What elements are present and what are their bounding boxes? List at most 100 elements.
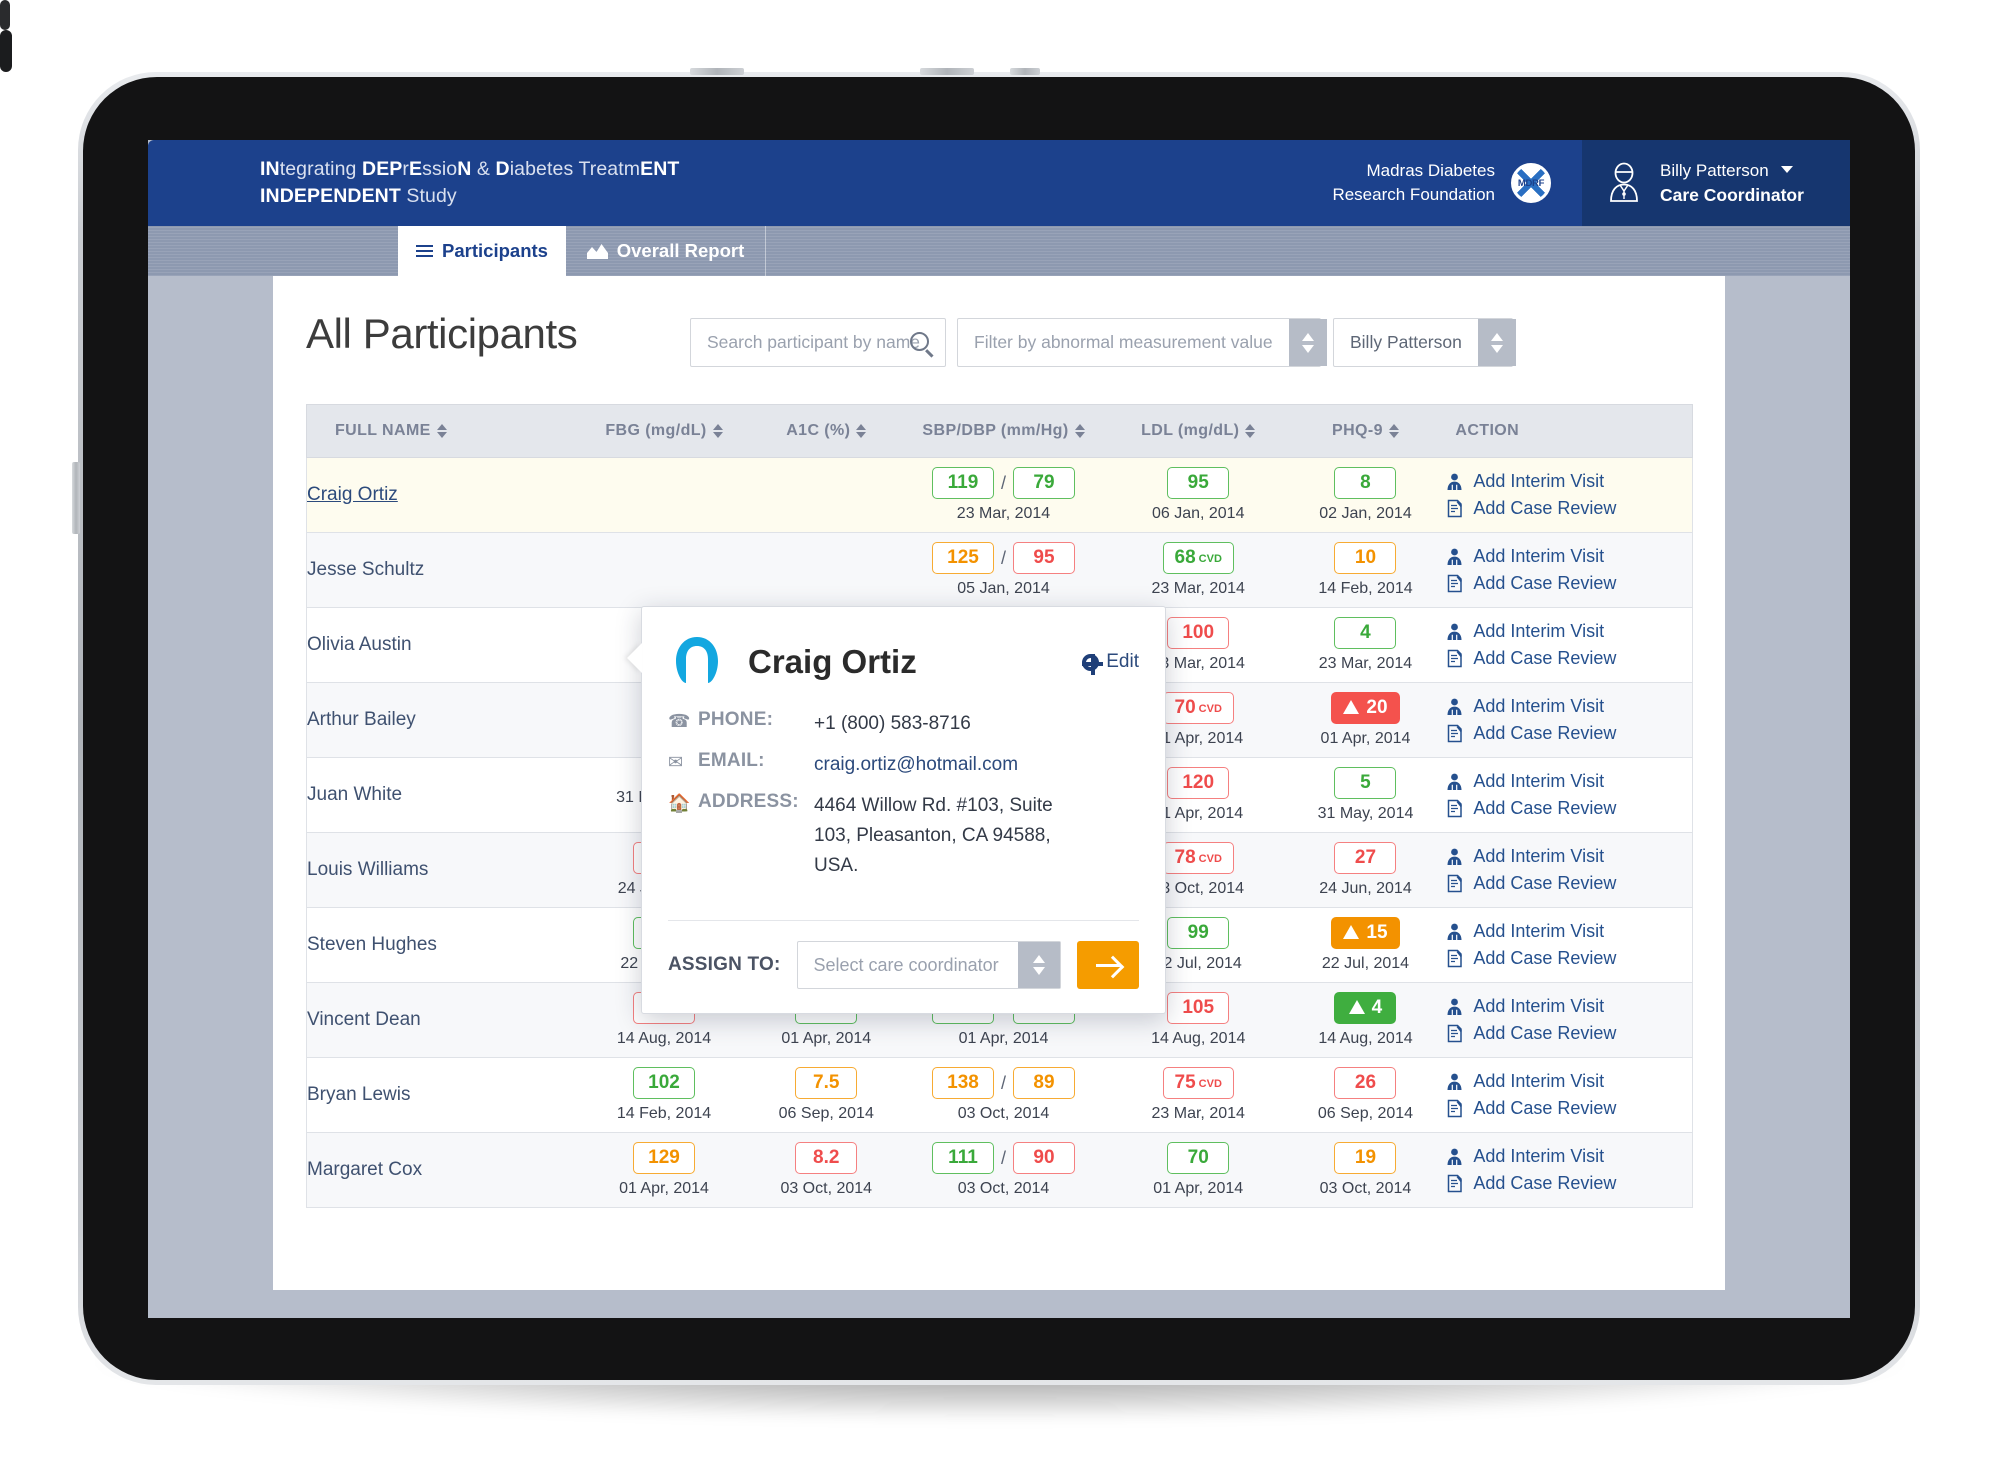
add-case-review-link[interactable]: Add Case Review — [1445, 798, 1692, 819]
person-visit-icon — [1447, 698, 1462, 715]
sort-icon[interactable] — [1388, 423, 1399, 439]
measurement-date: 06 Sep, 2014 — [1317, 1105, 1414, 1122]
search-icon[interactable] — [910, 332, 929, 351]
updown-arrows-icon[interactable] — [1288, 319, 1327, 366]
sort-icon[interactable] — [1245, 423, 1256, 439]
volume-down-button[interactable] — [0, 30, 12, 72]
measurement-date: 23 Mar, 2014 — [956, 505, 1051, 522]
add-interim-visit-link[interactable]: Add Interim Visit — [1445, 471, 1692, 492]
tab-overall-report[interactable]: Overall Report — [566, 226, 766, 276]
measurement-date: 03 Oct, 2014 — [957, 1105, 1050, 1122]
assign-submit-button[interactable] — [1077, 941, 1139, 989]
add-interim-visit-label: Add Interim Visit — [1473, 1146, 1605, 1166]
measurement-badge: 95 — [1013, 542, 1075, 574]
assign-label: ASSIGN TO: — [668, 954, 781, 975]
participant-name[interactable]: Olivia Austin — [307, 634, 572, 656]
caret-down-icon[interactable] — [1781, 166, 1794, 173]
cell-phq9: 4 14 Aug, 2014 — [1286, 983, 1446, 1057]
mdrf-line1: Madras Diabetes — [1366, 161, 1495, 180]
measurement-badge: 95 — [1167, 467, 1230, 499]
search-field[interactable] — [690, 318, 946, 367]
participant-name[interactable]: Steven Hughes — [307, 934, 572, 956]
measurement-badge: 4 — [1334, 992, 1397, 1024]
add-interim-visit-link[interactable]: Add Interim Visit — [1445, 1146, 1692, 1167]
add-case-review-link[interactable]: Add Case Review — [1445, 948, 1692, 969]
volume-up-button[interactable] — [0, 0, 10, 30]
add-case-review-label: Add Case Review — [1473, 1098, 1617, 1118]
participant-name[interactable]: Vincent Dean — [307, 1009, 572, 1031]
col-ldl[interactable]: LDL (mg/dL) — [1111, 422, 1286, 440]
cell-full-name: Bryan Lewis — [307, 1058, 572, 1132]
col-phq9[interactable]: PHQ-9 — [1286, 422, 1446, 440]
sort-icon[interactable] — [712, 423, 723, 439]
col-sbp-dbp[interactable]: SBP/DBP (mm/Hg) — [896, 422, 1111, 440]
email-value[interactable]: craig.ortiz@hotmail.com — [814, 750, 1018, 780]
measurement-badge: 4 — [1334, 617, 1397, 649]
cell-full-name: Vincent Dean — [307, 983, 572, 1057]
mdrf-brand: Madras Diabetes Research Foundation MDRF — [1332, 140, 1582, 226]
updown-arrows-icon[interactable] — [1018, 942, 1060, 988]
sort-icon[interactable] — [856, 423, 867, 439]
add-interim-visit-link[interactable]: Add Interim Visit — [1445, 846, 1692, 867]
add-interim-visit-link[interactable]: Add Interim Visit — [1445, 696, 1692, 717]
participant-name[interactable]: Louis Williams — [307, 859, 572, 881]
add-interim-visit-link[interactable]: Add Interim Visit — [1445, 621, 1692, 642]
participant-name[interactable]: Jesse Schultz — [307, 559, 572, 581]
participant-name[interactable]: Arthur Bailey — [307, 709, 572, 731]
add-case-review-link[interactable]: Add Case Review — [1445, 573, 1692, 594]
col-fbg[interactable]: FBG (mg/dL) — [572, 422, 757, 440]
add-interim-visit-link[interactable]: Add Interim Visit — [1445, 546, 1692, 567]
measurement-badge: 99 — [1167, 917, 1230, 949]
cell-ldl: 95 06 Jan, 2014 — [1111, 458, 1286, 532]
search-input[interactable] — [691, 319, 945, 366]
table-row[interactable]: Craig Ortiz 119/79 23 Mar, 2014 95 06 Jan, 2… — [306, 458, 1693, 533]
sort-icon[interactable] — [436, 423, 447, 439]
add-interim-visit-link[interactable]: Add Interim Visit — [1445, 996, 1692, 1017]
study-title-line2: INDEPENDENT Study — [260, 185, 457, 207]
user-menu[interactable]: Billy Patterson Care Coordinator — [1582, 140, 1850, 226]
add-case-review-link[interactable]: Add Case Review — [1445, 498, 1692, 519]
phone-value: +1 (800) 583-8716 — [814, 713, 971, 734]
document-review-icon — [1448, 874, 1463, 893]
updown-arrows-icon[interactable] — [1477, 319, 1516, 366]
cell-sbp-dbp: 119/79 23 Mar, 2014 — [896, 458, 1111, 532]
participant-name[interactable]: Bryan Lewis — [307, 1084, 572, 1106]
table-row[interactable]: Bryan Lewis 102 14 Feb, 2014 7.5 06 Sep, 201… — [306, 1058, 1693, 1133]
coordinator-value: Billy Patterson — [1350, 332, 1462, 352]
add-case-review-link[interactable]: Add Case Review — [1445, 873, 1692, 894]
add-case-review-link[interactable]: Add Case Review — [1445, 1023, 1692, 1044]
add-interim-visit-link[interactable]: Add Interim Visit — [1445, 921, 1692, 942]
sort-icon[interactable] — [1074, 423, 1085, 439]
bp-pair: 111/90 — [931, 1142, 1075, 1174]
add-case-review-link[interactable]: Add Case Review — [1445, 1098, 1692, 1119]
cell-full-name: Steven Hughes — [307, 908, 572, 982]
col-a1c[interactable]: A1C (%) — [756, 422, 896, 440]
add-case-review-link[interactable]: Add Case Review — [1445, 723, 1692, 744]
assign-coordinator-select[interactable]: Select care coordinator — [796, 941, 1061, 989]
participant-name[interactable]: Juan White — [307, 784, 572, 806]
add-case-review-link[interactable]: Add Case Review — [1445, 648, 1692, 669]
coordinator-select[interactable]: Billy Patterson — [1333, 318, 1516, 367]
participant-name-link[interactable]: Craig Ortiz — [307, 484, 572, 506]
add-interim-visit-label: Add Interim Visit — [1473, 996, 1605, 1016]
table-row[interactable]: Jesse Schultz 125/95 05 Jan, 2014 68 CVD 23 M… — [306, 533, 1693, 608]
bp-pair: 125/95 — [931, 542, 1075, 574]
tab-participants[interactable]: Participants — [398, 226, 566, 276]
cell-phq9: 4 23 Mar, 2014 — [1286, 608, 1446, 682]
table-row[interactable]: Margaret Cox 129 01 Apr, 2014 8.2 03 Oct, 20… — [306, 1133, 1693, 1208]
measurement-date: 23 Mar, 2014 — [1151, 1105, 1245, 1122]
add-interim-visit-link[interactable]: Add Interim Visit — [1445, 1071, 1692, 1092]
measurement-badge: 8 — [1334, 467, 1397, 499]
power-button[interactable] — [72, 462, 80, 534]
bp-pair: 138/89 — [931, 1067, 1075, 1099]
popover-fields: ☎ PHONE: +1 (800) 583-8716 ✉ EMAIL: crai… — [642, 699, 1165, 914]
measurement-date: 01 Apr, 2014 — [619, 1180, 709, 1197]
add-interim-visit-link[interactable]: Add Interim Visit — [1445, 771, 1692, 792]
add-case-review-link[interactable]: Add Case Review — [1445, 1173, 1692, 1194]
filter-abnormal-select[interactable]: Filter by abnormal measurement value — [957, 318, 1327, 367]
edit-button[interactable]: Edit — [1082, 651, 1139, 675]
participant-name[interactable]: Margaret Cox — [307, 1159, 572, 1181]
col-full-name[interactable]: FULL NAME — [307, 422, 572, 440]
application-window: INtegrating DEPrEssioN & Diabetes Treatm… — [148, 140, 1850, 1318]
page-title: All Participants — [306, 310, 578, 357]
